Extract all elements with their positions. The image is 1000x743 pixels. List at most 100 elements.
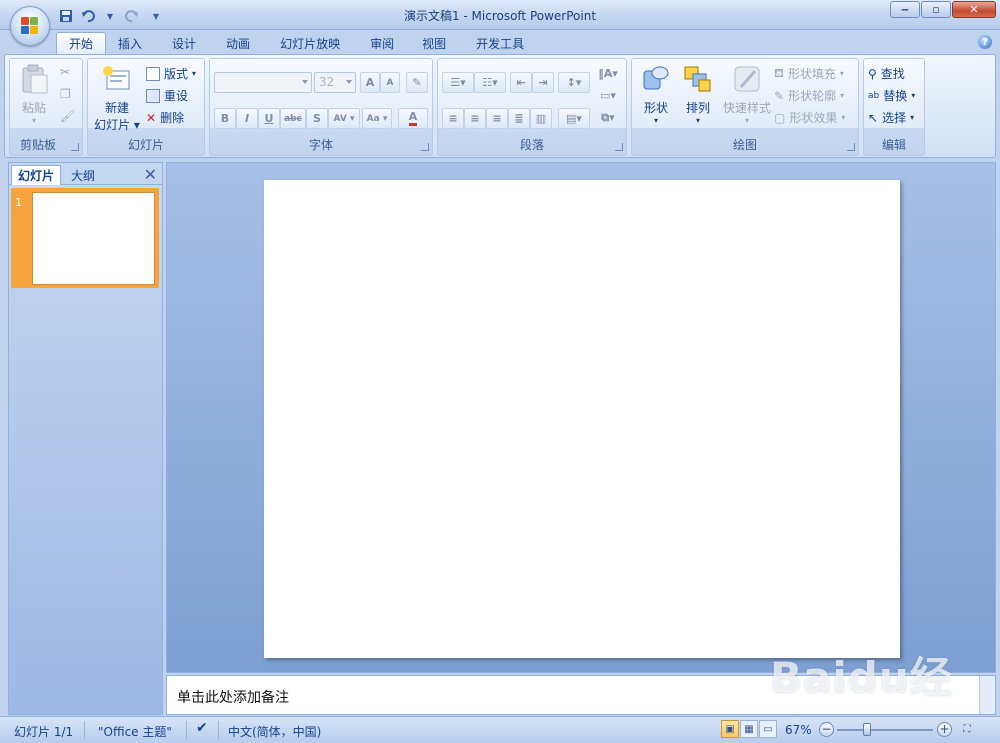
slide-thumbnail[interactable]: [32, 192, 155, 285]
delete-button[interactable]: ✕ 删除: [146, 109, 184, 126]
layout-button[interactable]: 版式 ▾: [146, 65, 196, 82]
shapes-button[interactable]: 形状 ▾: [636, 63, 676, 125]
shape-effects-button[interactable]: ▢ 形状效果 ▾: [774, 109, 845, 126]
zoom-slider[interactable]: [837, 723, 933, 736]
underline-button[interactable]: U: [258, 108, 280, 129]
italic-button[interactable]: I: [236, 108, 258, 129]
new-slide-label-2: 幻灯片 ▾: [94, 118, 140, 132]
office-button[interactable]: [10, 6, 50, 46]
layout-label: 版式: [164, 67, 189, 81]
align-center-button[interactable]: ≡: [464, 108, 486, 129]
close-icon[interactable]: ✕: [144, 165, 157, 184]
tab-home[interactable]: 开始: [56, 32, 107, 54]
tab-developer[interactable]: 开发工具: [458, 32, 536, 54]
slide-editing-area: [166, 162, 996, 673]
find-button[interactable]: ⚲ 查找: [868, 65, 905, 82]
copy-button[interactable]: ❐: [60, 87, 71, 101]
minimize-button[interactable]: ‒: [890, 1, 920, 18]
increase-indent-button[interactable]: ⇥: [532, 72, 554, 93]
font-size-combo[interactable]: 32: [314, 72, 356, 93]
paste-icon: [22, 64, 48, 94]
text-direction-button[interactable]: ‖A▾: [594, 63, 622, 84]
format-painter-button[interactable]: 🖌: [60, 109, 75, 123]
help-icon[interactable]: ?: [978, 35, 992, 49]
zoom-slider-thumb[interactable]: [863, 723, 871, 736]
font-launcher-icon[interactable]: [421, 143, 429, 151]
tab-slide-show[interactable]: 幻灯片放映: [262, 32, 352, 54]
notes-pane[interactable]: 单击此处添加备注: [166, 675, 996, 715]
cut-button[interactable]: ✂: [60, 65, 70, 79]
columns-button[interactable]: ▤▾: [558, 108, 590, 129]
divider: [84, 721, 85, 739]
slide-show-view-button[interactable]: ▭: [759, 720, 777, 738]
reset-icon: [146, 88, 160, 103]
justify-button[interactable]: ≣: [508, 108, 530, 129]
quick-styles-icon: [734, 66, 760, 92]
align-text-button[interactable]: ▭▾: [594, 85, 622, 106]
new-slide-button[interactable]: 新建 幻灯片 ▾: [94, 63, 140, 133]
language[interactable]: 中文(简体，中国): [228, 723, 321, 740]
tab-outline[interactable]: 大纲: [65, 165, 101, 185]
zoom-out-button[interactable]: −: [819, 722, 834, 737]
normal-view-button[interactable]: ▣: [721, 720, 739, 738]
grow-font-button[interactable]: A: [360, 72, 380, 93]
align-left-button[interactable]: ≡: [442, 108, 464, 129]
font-name-combo[interactable]: [214, 72, 312, 93]
paragraph-launcher-icon[interactable]: [615, 143, 623, 151]
tab-slides[interactable]: 幻灯片: [11, 165, 62, 185]
numbering-button[interactable]: ☷▾: [474, 72, 506, 93]
bold-button[interactable]: B: [214, 108, 236, 129]
shrink-font-button[interactable]: A: [380, 72, 400, 93]
close-button[interactable]: ✕: [952, 1, 996, 18]
notes-scrollbar[interactable]: [979, 676, 995, 714]
align-right-button[interactable]: ≡: [486, 108, 508, 129]
tab-review[interactable]: 审阅: [352, 32, 406, 54]
theme-name[interactable]: "Office 主题": [98, 723, 172, 740]
notes-placeholder[interactable]: 单击此处添加备注: [177, 687, 289, 707]
shape-fill-label: 形状填充: [787, 67, 836, 81]
tab-animations[interactable]: 动画: [208, 32, 262, 54]
window-title: 演示文稿1 - Microsoft PowerPoint: [403, 9, 597, 23]
group-paragraph: ☰▾ ☷▾ ⇤ ⇥ ↕▾ ‖A▾ ▭▾ ⧉▾ ≡ ≡ ≡ ≣ ▥ ▤▾ 段落: [437, 58, 627, 156]
fit-to-window-button[interactable]: ⛶: [958, 720, 976, 738]
font-color-button[interactable]: A: [398, 108, 428, 129]
delete-icon: ✕: [146, 110, 157, 125]
clear-formatting-button[interactable]: ✎: [406, 72, 428, 93]
character-spacing-button[interactable]: AV ▾: [328, 108, 360, 129]
arrange-button[interactable]: 排列 ▾: [678, 63, 718, 125]
quick-styles-button[interactable]: 快速样式 ▾: [720, 63, 774, 125]
line-spacing-button[interactable]: ↕▾: [558, 72, 590, 93]
tab-insert[interactable]: 插入: [106, 32, 154, 54]
distributed-button[interactable]: ▥: [530, 108, 552, 129]
chevron-down-icon: ▾: [695, 116, 700, 125]
slide-thumbnail-row[interactable]: 1: [11, 188, 159, 288]
slide-canvas[interactable]: [264, 180, 900, 658]
change-case-button[interactable]: Aa ▾: [362, 108, 392, 129]
zoom-level[interactable]: 67%: [785, 723, 812, 737]
convert-smartart-button[interactable]: ⧉▾: [594, 107, 622, 128]
strikethrough-button[interactable]: abc: [280, 108, 306, 129]
new-slide-icon: [103, 66, 130, 90]
tab-view[interactable]: 视图: [406, 32, 458, 54]
arrange-label: 排列: [685, 101, 710, 115]
shape-outline-button[interactable]: ✎ 形状轮廓 ▾: [774, 87, 844, 104]
pen-icon: ✎: [774, 88, 785, 103]
decrease-indent-button[interactable]: ⇤: [510, 72, 532, 93]
layout-icon: [146, 66, 160, 81]
spell-check-icon[interactable]: ✔: [196, 720, 208, 736]
clipboard-launcher-icon[interactable]: [71, 143, 79, 151]
reset-button[interactable]: 重设: [146, 87, 188, 104]
shape-fill-button[interactable]: ⛾ 形状填充 ▾: [774, 65, 844, 82]
slide-sorter-view-button[interactable]: ▦: [740, 720, 758, 738]
quick-styles-label: 快速样式: [722, 101, 771, 115]
zoom-in-button[interactable]: +: [937, 722, 952, 737]
maximize-button[interactable]: ▫: [921, 1, 951, 18]
drawing-launcher-icon[interactable]: [847, 143, 855, 151]
paste-button[interactable]: 粘贴 ▾: [16, 63, 52, 125]
shadow-button[interactable]: S: [306, 108, 328, 129]
bullets-button[interactable]: ☰▾: [442, 72, 474, 93]
select-button[interactable]: ↖ 选择 ▾: [868, 109, 914, 126]
replace-button[interactable]: ab 替换 ▾: [868, 87, 915, 104]
tab-design[interactable]: 设计: [154, 32, 208, 54]
title-bar: ▾ ▾ 演示文稿1 - Microsoft PowerPoint ‒ ▫ ✕: [0, 0, 1000, 30]
